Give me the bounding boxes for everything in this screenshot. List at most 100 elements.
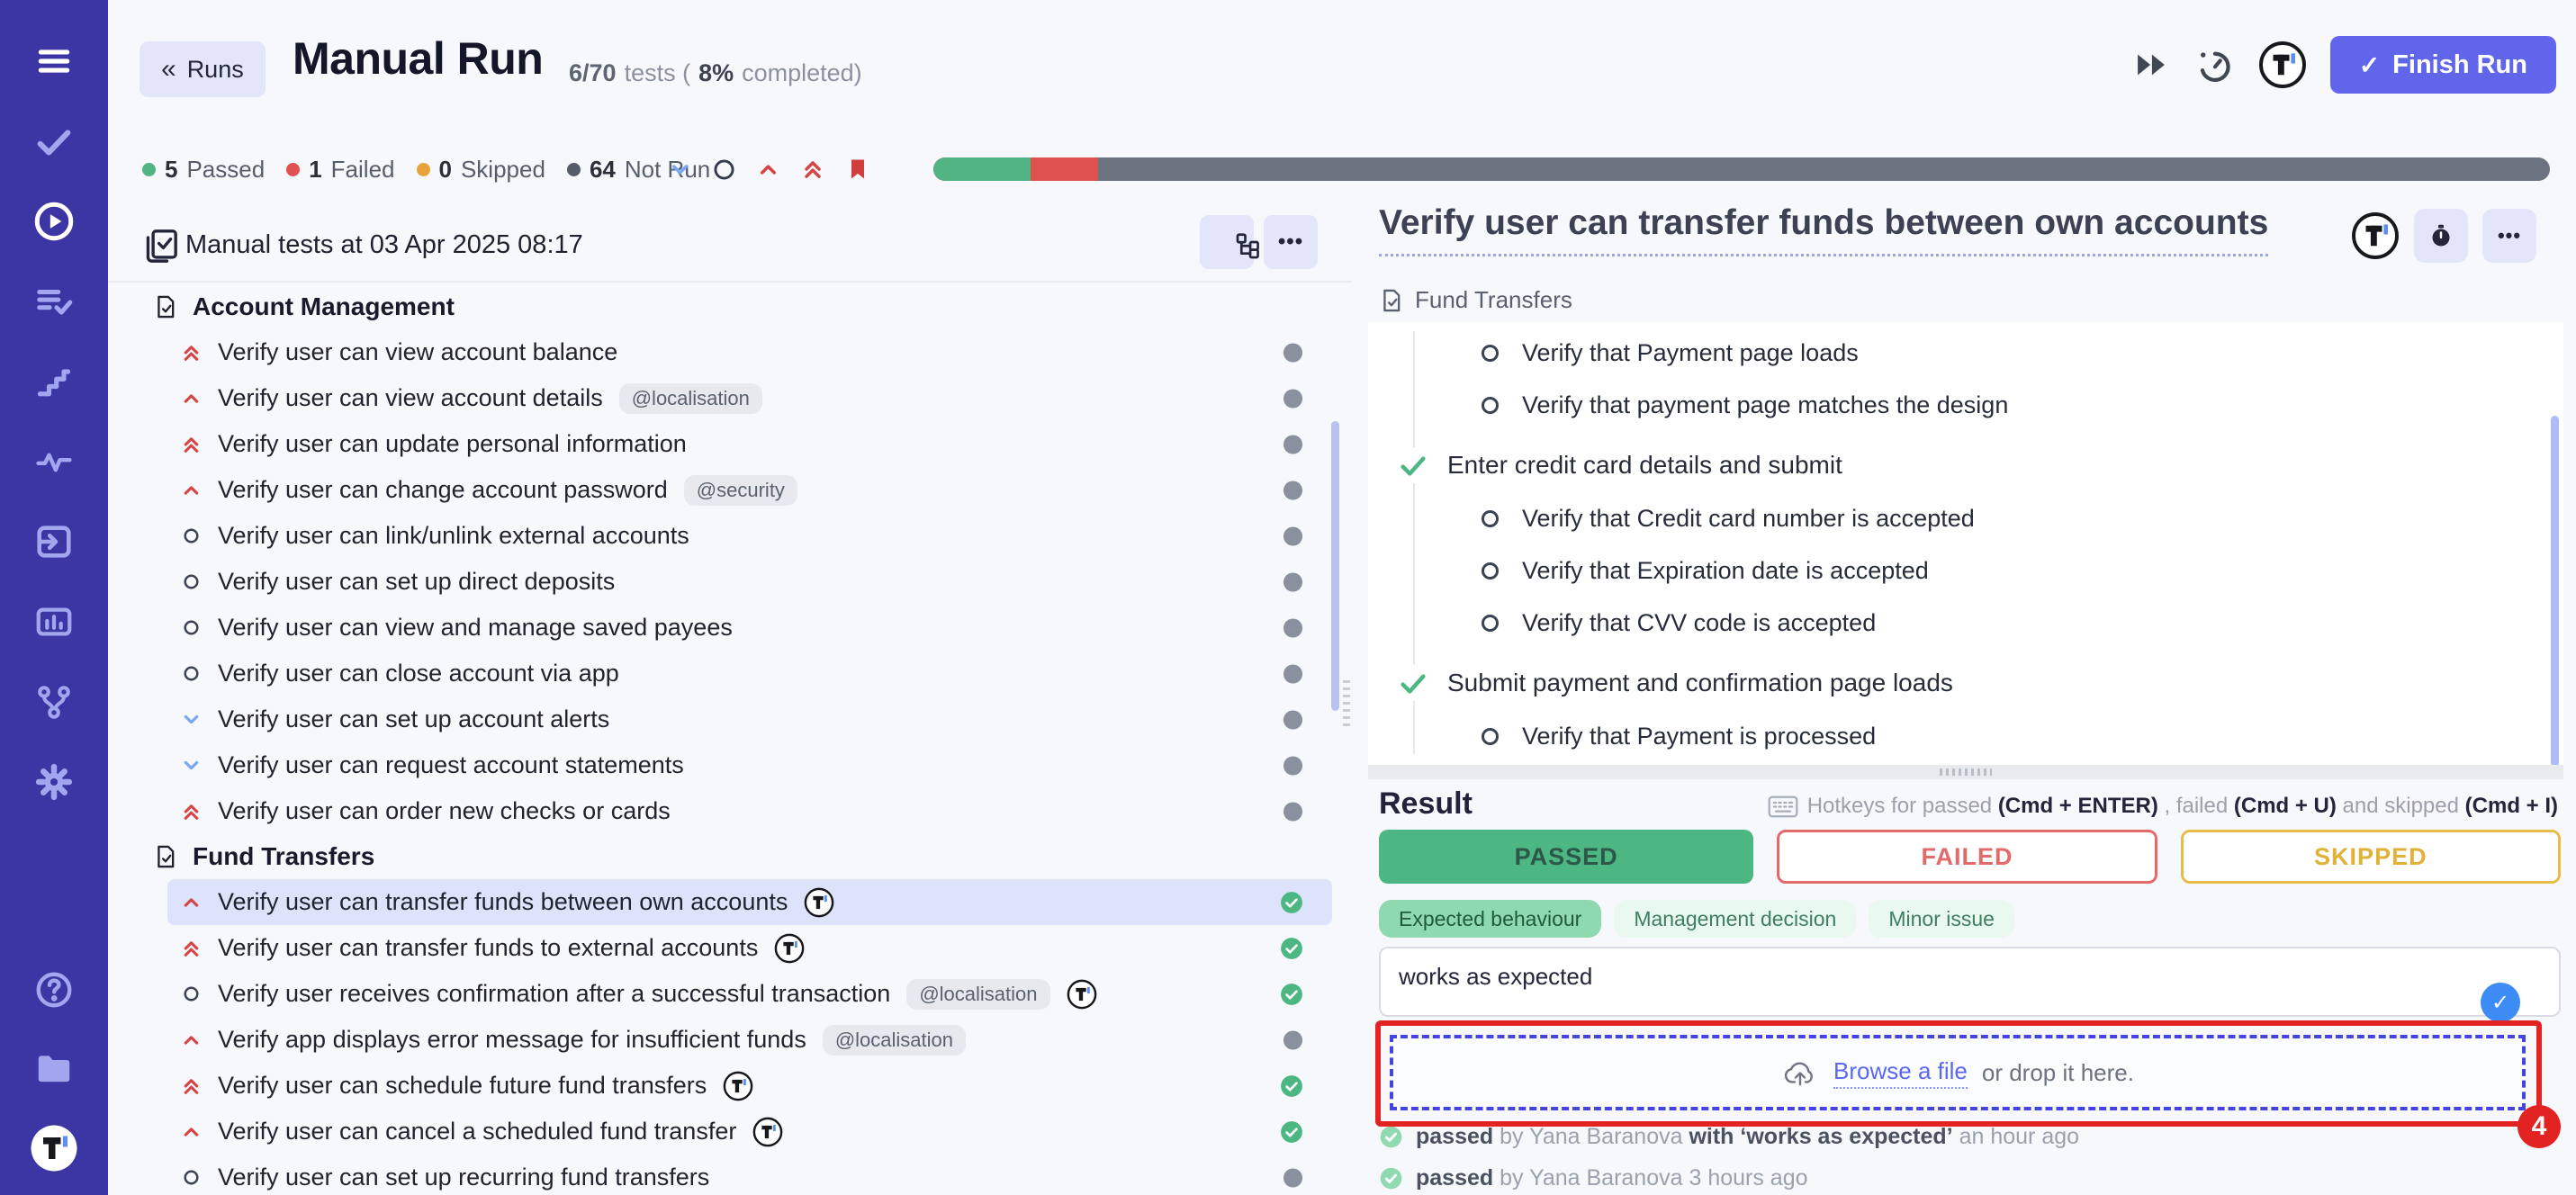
test-row[interactable]: Verify user can transfer funds between o… [167, 879, 1332, 925]
test-row[interactable]: Verify user can order new checks or card… [167, 788, 1332, 834]
test-row[interactable]: Verify user can set up recurring fund tr… [167, 1155, 1332, 1195]
steps-icon [34, 362, 74, 401]
result-tag[interactable]: Expected behaviour [1379, 900, 1601, 938]
tests-scrollbar[interactable] [1331, 421, 1339, 711]
test-substep[interactable]: Verify that CVV code is accepted [1368, 597, 2563, 649]
tests-panel: Manual tests at 03 Apr 2025 08:17 ••• Ac… [108, 211, 1352, 1195]
filter-chevrons-up-icon[interactable] [800, 157, 825, 182]
test-row[interactable]: Verify user can cancel a scheduled fund … [167, 1109, 1332, 1155]
test-substep[interactable]: Verify that Expiration date is accepted [1368, 544, 2563, 597]
result-failed-button[interactable]: FAILED [1777, 830, 2157, 884]
priority-none-icon [176, 571, 205, 593]
file-dropzone[interactable]: Browse a file or drop it here. [1390, 1035, 2526, 1110]
filter-bookmark-icon[interactable] [845, 157, 870, 182]
suite-breadcrumb[interactable]: Fund Transfers [1379, 286, 1572, 314]
stat-count: 0 [439, 156, 452, 184]
panel-resize-grip[interactable] [1343, 680, 1350, 731]
result-passed-button[interactable]: PASSED [1379, 830, 1753, 884]
finish-run-button[interactable]: ✓ Finish Run [2330, 36, 2556, 94]
sidebar-item-import-icon[interactable] [30, 518, 78, 565]
test-title: Verify user can transfer funds to extern… [218, 934, 758, 962]
test-step[interactable]: Submit payment and confirmation page loa… [1368, 656, 2563, 710]
run-progress-text: 6/70 tests ( 8% completed) [569, 59, 862, 87]
detail-more-button[interactable]: ••• [2482, 209, 2536, 263]
steps-resize-handle[interactable] [1368, 765, 2563, 779]
sidebar-item-list-check-icon[interactable] [30, 278, 78, 325]
test-row[interactable]: Verify user can request account statemen… [167, 742, 1332, 788]
suite-title: Fund Transfers [193, 842, 374, 871]
sidebar-item-logo-icon[interactable] [30, 1125, 78, 1172]
test-row[interactable]: Verify user can view account balance [167, 329, 1332, 375]
group-view-button[interactable] [1200, 215, 1254, 269]
sidebar-item-folder-icon[interactable] [30, 1046, 78, 1092]
browse-file-link[interactable]: Browse a file [1833, 1057, 1968, 1089]
test-substep[interactable]: Verify that payment page matches the des… [1368, 379, 2563, 431]
check-icon: ✓ [2491, 990, 2509, 1016]
back-to-runs-label: Runs [187, 56, 244, 84]
test-substep[interactable]: Verify that Credit card number is accept… [1368, 492, 2563, 544]
sidebar-item-menu-icon[interactable] [30, 38, 78, 85]
test-tag: @localisation [906, 979, 1049, 1010]
test-row[interactable]: Verify user can schedule future fund tra… [167, 1063, 1332, 1109]
settings-icon [33, 761, 75, 803]
test-row[interactable]: Verify user can view account details @lo… [167, 375, 1332, 421]
filter-chevron-down-icon[interactable] [668, 157, 692, 182]
status-passed-icon [1280, 1120, 1303, 1144]
test-row[interactable]: Verify user can view and manage saved pa… [167, 605, 1332, 651]
test-row[interactable]: Verify app displays error message for in… [167, 1017, 1332, 1063]
fast-forward-button[interactable] [2132, 46, 2170, 84]
test-substep[interactable]: Verify that Payment is processed [1368, 710, 2563, 762]
filter-circle-icon[interactable] [712, 157, 736, 182]
tests-count: 6/70 [569, 59, 617, 87]
test-title: Verify user can order new checks or card… [218, 797, 671, 825]
back-to-runs-button[interactable]: « Runs [140, 41, 266, 97]
hotkeys-hint: Hotkeys for passed (Cmd + ENTER) , faile… [1768, 794, 2558, 819]
cloud-upload-icon [1781, 1058, 1819, 1088]
test-row[interactable]: Verify user can close account via app [167, 651, 1332, 696]
filter-chevron-up-icon[interactable] [756, 157, 780, 182]
test-row[interactable]: Verify user can set up direct deposits [167, 559, 1332, 605]
test-title: Verify user can change account password [218, 476, 668, 504]
sidebar-item-bar-chart-icon[interactable] [30, 598, 78, 645]
sidebar-item-settings-icon[interactable] [30, 759, 78, 805]
test-row[interactable]: Verify user receives confirmation after … [167, 971, 1332, 1017]
result-skipped-button[interactable]: SKIPPED [2181, 830, 2561, 884]
sidebar-item-steps-icon[interactable] [30, 358, 78, 405]
sidebar-item-help-icon[interactable] [30, 966, 78, 1013]
suite-header[interactable]: Account Management [108, 284, 1352, 329]
substep-text: Verify that Payment is processed [1522, 723, 1876, 750]
drop-hint-label: or drop it here. [1982, 1059, 2134, 1087]
app-logo-button[interactable] [2258, 40, 2307, 89]
test-row[interactable]: Verify user can set up account alerts [167, 696, 1332, 742]
submit-comment-button[interactable]: ✓ [2481, 983, 2520, 1022]
status-dot [142, 163, 156, 176]
stat-count: 64 [590, 156, 616, 184]
priority-high-icon [176, 479, 205, 501]
panel-more-button[interactable]: ••• [1264, 215, 1318, 269]
timer-button[interactable] [2193, 44, 2235, 85]
finish-run-label: Finish Run [2392, 50, 2527, 80]
detail-timer-button[interactable] [2414, 209, 2468, 263]
chevrons-left-icon: « [161, 56, 176, 83]
ellipsis-icon: ••• [1278, 229, 1303, 255]
stat-failed: 1 Failed [286, 156, 394, 184]
status-not-run-icon [1283, 709, 1303, 730]
test-row[interactable]: Verify user can link/unlink external acc… [167, 513, 1332, 559]
test-row[interactable]: Verify user can change account password … [167, 467, 1332, 513]
steps-scrollbar[interactable] [2551, 416, 2559, 767]
suite-header[interactable]: Fund Transfers [108, 834, 1352, 879]
testomat-logo-icon [2258, 40, 2307, 89]
sidebar-item-branch-icon[interactable] [30, 678, 78, 725]
test-row[interactable]: Verify user can transfer funds to extern… [167, 925, 1332, 971]
sidebar-item-play-circle-icon[interactable] [30, 198, 78, 245]
result-tag[interactable]: Minor issue [1869, 900, 2014, 938]
page-title: Manual Run [293, 32, 543, 85]
sidebar-item-check-icon[interactable] [30, 118, 78, 165]
substep-bullet-icon [1482, 615, 1499, 632]
result-tag[interactable]: Management decision [1614, 900, 1856, 938]
comment-input[interactable]: works as expected [1379, 947, 2561, 1017]
test-step[interactable]: Enter credit card details and submit [1368, 438, 2563, 492]
sidebar-item-activity-icon[interactable] [30, 438, 78, 485]
test-row[interactable]: Verify user can update personal informat… [167, 421, 1332, 467]
test-substep[interactable]: Verify that Payment page loads [1368, 327, 2563, 379]
